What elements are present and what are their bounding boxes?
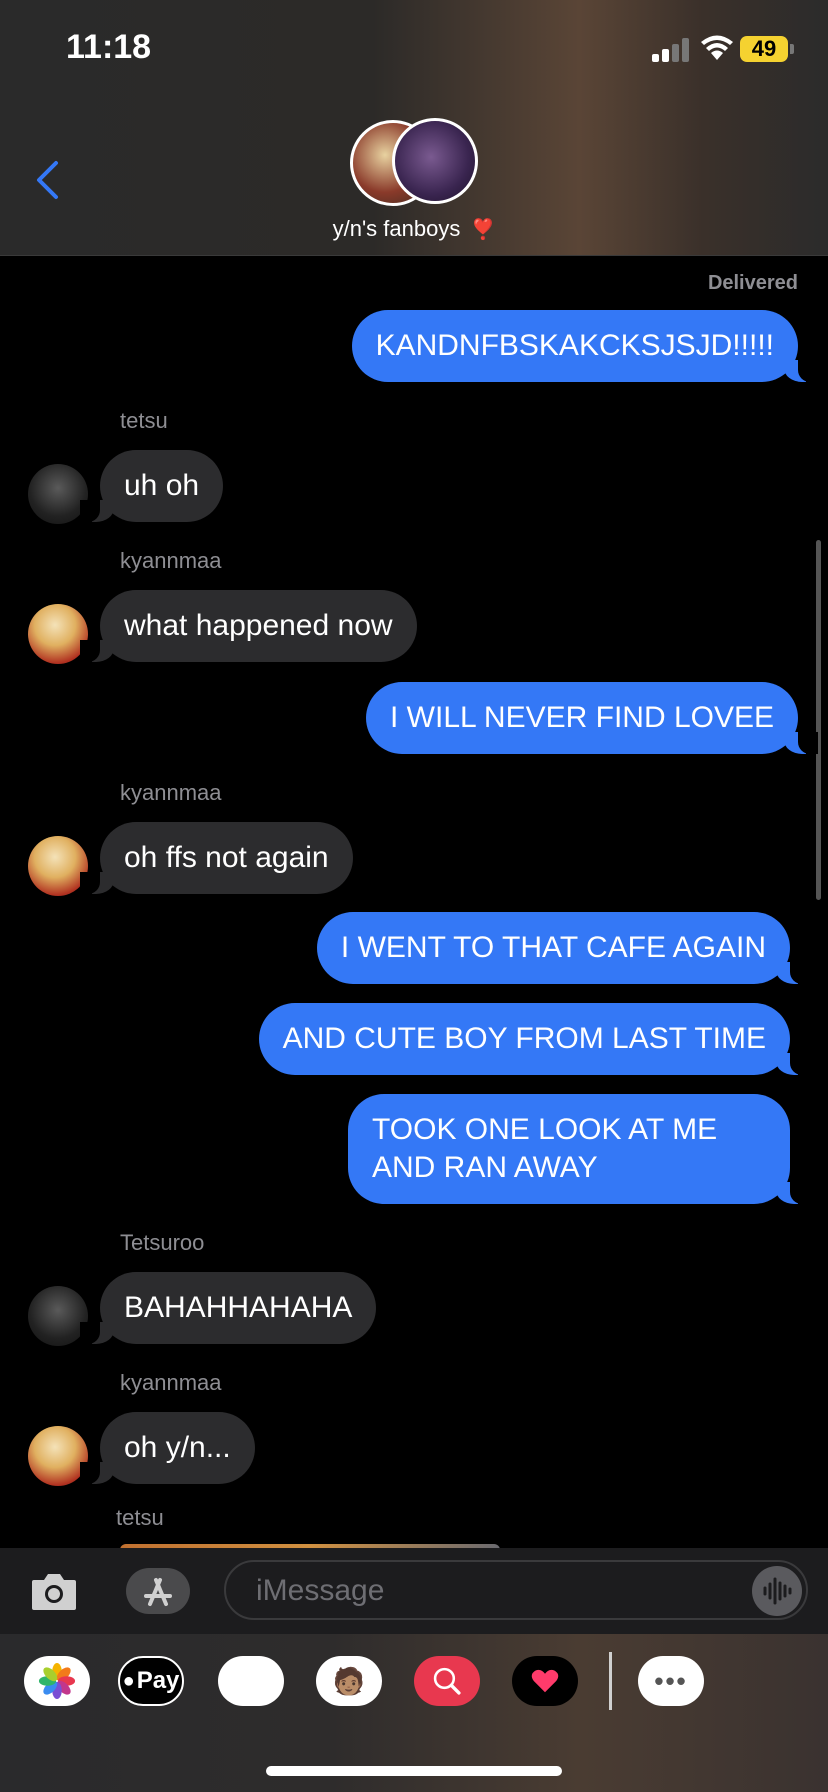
sender-name: tetsu (120, 408, 168, 433)
conversation-header: 11:18 49 y/n's fanboys ❣️ (0, 0, 828, 256)
app-store-button[interactable] (126, 1568, 190, 1614)
incoming-message[interactable]: what happened now (80, 590, 417, 662)
sender-name: tetsu (116, 1505, 164, 1530)
photos-flower-icon (38, 1662, 76, 1700)
sender-name: kyannmaa (120, 1370, 222, 1395)
contact-avatar-tetsu[interactable] (28, 1286, 88, 1346)
battery-level: 49 (740, 36, 788, 62)
back-chevron-icon[interactable] (34, 160, 60, 200)
apple-icon: ● (122, 1669, 135, 1692)
delivered-status: Delivered (707, 272, 798, 294)
group-avatar[interactable] (350, 118, 480, 208)
drawer-divider (609, 1652, 612, 1710)
photos-app-icon[interactable] (24, 1656, 90, 1706)
outgoing-message[interactable]: TOOK ONE LOOK AT ME AND RAN AWAY (348, 1094, 810, 1204)
app-store-icon (144, 1578, 172, 1606)
message-placeholder: iMessage (256, 1574, 385, 1607)
contact-avatar-kyannmaa[interactable] (28, 1426, 88, 1486)
outgoing-message[interactable]: KANDNFBSKAKCKSJSJD!!!!! (351, 310, 819, 382)
contact-avatar-kyannmaa[interactable] (28, 604, 88, 664)
contact-avatar-tetsu[interactable] (28, 464, 88, 524)
contact-avatar-kyannmaa[interactable] (28, 836, 88, 896)
images-search-app-icon[interactable] (414, 1656, 480, 1706)
scrollbar[interactable] (816, 540, 821, 900)
imessage-app-drawer: ● Pay 🐵 🧑🏽 ••• (0, 1634, 828, 1792)
status-time: 11:18 (66, 28, 152, 66)
cellular-signal-icon (652, 38, 690, 62)
incoming-message[interactable]: uh oh (79, 450, 224, 522)
outgoing-message[interactable]: AND CUTE BOY FROM LAST TIME (258, 1003, 811, 1075)
compose-bar: iMessage (0, 1548, 828, 1634)
incoming-message[interactable]: oh y/n... (80, 1412, 255, 1484)
heart-touch-icon (531, 1669, 559, 1693)
heart-icon: ❣️ (470, 219, 496, 241)
camera-icon[interactable] (30, 1570, 78, 1612)
waveform-icon (763, 1577, 792, 1605)
more-apps-icon[interactable]: ••• (638, 1656, 704, 1706)
group-name[interactable]: y/n's fanboys ❣️ (0, 216, 828, 242)
home-indicator[interactable] (266, 1766, 562, 1776)
outgoing-message[interactable]: I WILL NEVER FIND LOVEE (366, 682, 818, 754)
battery-tip (790, 44, 794, 54)
apple-pay-app-icon[interactable]: ● Pay (118, 1656, 184, 1706)
message-input[interactable]: iMessage (224, 1560, 808, 1620)
sender-name: kyannmaa (120, 780, 222, 805)
voice-message-button[interactable] (752, 1566, 802, 1616)
sender-name: Tetsuroo (120, 1230, 205, 1255)
member-avatar (392, 118, 478, 204)
memoji-app-icon[interactable]: 🧑🏽 (316, 1656, 382, 1706)
animoji-app-icon[interactable]: 🐵 (218, 1656, 284, 1706)
incoming-message[interactable]: BAHAHHAHAHA (79, 1272, 377, 1344)
incoming-message[interactable]: oh ffs not again (80, 822, 353, 894)
outgoing-message[interactable]: I WENT TO THAT CAFE AGAIN (316, 912, 811, 984)
digital-touch-app-icon[interactable] (512, 1656, 578, 1706)
globe-search-icon (433, 1667, 461, 1695)
wifi-icon (701, 35, 733, 60)
sender-name: kyannmaa (120, 548, 222, 573)
